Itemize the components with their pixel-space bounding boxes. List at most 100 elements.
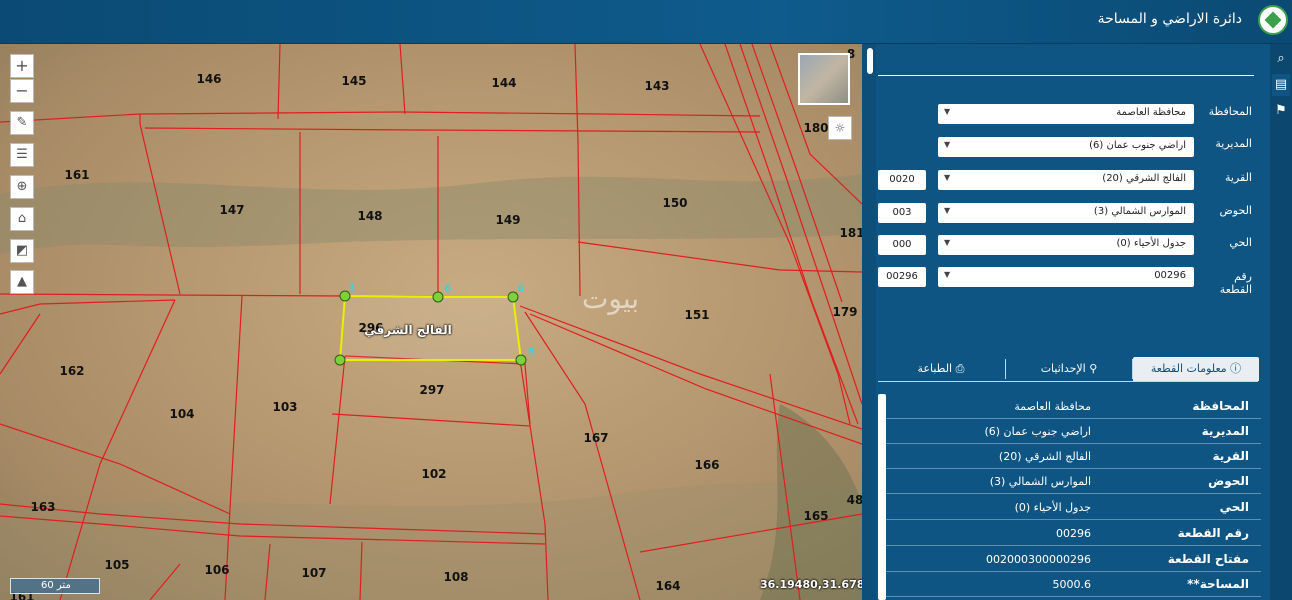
field-label-directorate: المديرية <box>1215 137 1252 150</box>
table-row: الحوض الموارس الشمالي (3) <box>886 469 1261 494</box>
scale-label: 60 متر <box>41 580 71 591</box>
locate-tool-button[interactable]: ⊕ <box>10 175 34 199</box>
tab-print[interactable]: ⎙ الطباعة <box>878 357 1004 381</box>
vertex-label: 5 <box>527 346 535 358</box>
tabs-underline <box>878 381 1258 382</box>
location-pin-icon[interactable]: ⚑ <box>1272 100 1290 122</box>
parcel-label[interactable]: 148 <box>357 209 382 223</box>
tab-separator <box>1132 359 1133 379</box>
tab-coordinates-label: الإحداثيات <box>1040 362 1086 375</box>
table-row: المساحة** 5000.6 <box>886 572 1261 597</box>
chart-icon: ◩ <box>15 243 29 258</box>
app-root: دائرة الاراضي و المساحة 1 6 6 5 146 145 … <box>0 0 1292 600</box>
table-row: القرية الفالج الشرقي (20) <box>886 444 1261 469</box>
vertex-label: 1 <box>348 282 356 294</box>
parcel-label[interactable]: 147 <box>219 203 244 217</box>
map-icon[interactable]: ▤ <box>1272 74 1290 96</box>
info-key: الحي <box>1219 500 1249 514</box>
parcel-label[interactable]: 180 <box>803 121 828 135</box>
panel-scroll-thumb[interactable] <box>867 48 873 74</box>
zoom-out-button[interactable]: − <box>10 79 34 103</box>
parcel-label[interactable]: 144 <box>491 76 516 90</box>
basin-select[interactable]: ▼ الموارس الشمالي (3) <box>938 203 1194 223</box>
village-name-label: الفالج الشرقي <box>364 323 452 337</box>
info-value: جدول الأحياء (0) <box>1014 501 1091 514</box>
parcel-label[interactable]: 150 <box>662 196 687 210</box>
department-logo <box>1258 5 1288 35</box>
table-row: رقم القطعة 00296 <box>886 521 1261 546</box>
village-code-field[interactable]: 0020 <box>878 170 926 190</box>
tab-parcel-info-label: معلومات القطعة <box>1150 362 1227 375</box>
village-select[interactable]: ▼ الفالج الشرقي (20) <box>938 170 1194 190</box>
caret-down-icon: ▼ <box>944 173 951 182</box>
search-panel: المحافظة ▼ محافظة العاصمة المديرية ▼ ارا… <box>876 44 1270 600</box>
right-icon-bar: ⌕ ▤ ⚑ <box>1270 44 1292 600</box>
info-value: محافظة العاصمة <box>1014 400 1091 413</box>
app-header: دائرة الاراضي و المساحة <box>0 0 1292 44</box>
parcel-label[interactable]: 108 <box>443 570 468 584</box>
parcel-number-code-field[interactable]: 00296 <box>878 267 926 287</box>
parcel-number-select-value: 00296 <box>1154 270 1186 281</box>
info-scrollbar[interactable] <box>878 394 886 600</box>
info-tabs: ⓘ معلومات القطعة ⚲ الإحداثيات ⎙ الطباعة <box>878 357 1259 382</box>
parcel-label[interactable]: 104 <box>169 407 194 421</box>
measure-tool-button[interactable]: ☰ <box>10 143 34 167</box>
home-button[interactable]: ⌂ <box>10 207 34 231</box>
table-row: المديرية اراضي جنوب عمان (6) <box>886 419 1261 444</box>
parcel-label[interactable]: 48 <box>847 493 862 507</box>
tab-parcel-info[interactable]: ⓘ معلومات القطعة <box>1133 357 1259 381</box>
parcel-label[interactable]: 151 <box>684 308 709 322</box>
parcel-label[interactable]: 161 <box>64 168 89 182</box>
basemap-toggle-button[interactable]: ☼ <box>828 116 852 140</box>
parcel-label[interactable]: 179 <box>832 305 857 319</box>
parcel-label[interactable]: 162 <box>59 364 84 378</box>
overview-map[interactable] <box>798 53 850 105</box>
governorate-select[interactable]: ▼ محافظة العاصمة <box>938 104 1194 124</box>
parcel-label[interactable]: 106 <box>204 563 229 577</box>
parcel-label[interactable]: 165 <box>803 509 828 523</box>
table-row: الحي جدول الأحياء (0) <box>886 495 1261 520</box>
parcel-number-select[interactable]: ▼ 00296 <box>938 267 1194 287</box>
parcel-label[interactable]: 143 <box>644 79 669 93</box>
caret-down-icon: ▼ <box>944 206 951 215</box>
watermark: بيوت <box>582 282 640 315</box>
basin-select-value: الموارس الشمالي (3) <box>1093 206 1186 217</box>
panel-divider-line <box>878 75 1254 76</box>
compass-button[interactable]: ▲ <box>10 270 34 294</box>
search-icon[interactable]: ⌕ <box>1272 48 1290 70</box>
parcel-label[interactable]: 145 <box>341 74 366 88</box>
info-value: 00296 <box>1056 527 1091 540</box>
draw-tool-button[interactable]: ✎ <box>10 111 34 135</box>
parcel-label[interactable]: 163 <box>30 500 55 514</box>
zoom-in-button[interactable]: + <box>10 54 34 78</box>
parcel-label[interactable]: 164 <box>655 579 680 593</box>
parcel-label[interactable]: 297 <box>419 383 444 397</box>
parcel-label[interactable]: 105 <box>104 558 129 572</box>
parcel-label[interactable]: 167 <box>583 431 608 445</box>
parcel-label[interactable]: 107 <box>301 566 326 580</box>
parcel-label[interactable]: 146 <box>196 72 221 86</box>
crosshair-icon: ⊕ <box>16 179 28 194</box>
coordinates-readout: 36.19480,31.67835 <box>760 578 862 591</box>
neighborhood-code-field[interactable]: 000 <box>878 235 926 255</box>
map-view[interactable]: 1 6 6 5 146 145 144 143 180 161 147 148 … <box>0 44 862 600</box>
parcel-label[interactable]: 181 <box>839 226 862 240</box>
parcel-label[interactable]: 102 <box>421 467 446 481</box>
basin-code-field[interactable]: 003 <box>878 203 926 223</box>
parcel-label[interactable]: 166 <box>694 458 719 472</box>
governorate-select-value: محافظة العاصمة <box>1116 107 1186 118</box>
vertex-label: 6 <box>517 283 525 295</box>
directorate-select[interactable]: ▼ اراضي جنوب عمان (6) <box>938 137 1194 157</box>
info-icon: ⓘ <box>1230 362 1242 375</box>
info-key: المحافظة <box>1192 399 1249 413</box>
home-icon: ⌂ <box>17 211 27 226</box>
info-key: المديرية <box>1201 424 1249 438</box>
info-key: مفتاح القطعة <box>1167 552 1249 566</box>
parcel-label[interactable]: 149 <box>495 213 520 227</box>
tab-coordinates[interactable]: ⚲ الإحداثيات <box>1006 357 1132 381</box>
parcel-label[interactable]: 103 <box>272 400 297 414</box>
field-label-parcel-number: رقم القطعة <box>1219 270 1252 296</box>
chart-tool-button[interactable]: ◩ <box>10 239 34 263</box>
info-value: 002000300000296 <box>986 553 1091 566</box>
neighborhood-select[interactable]: ▼ جدول الأحياء (0) <box>938 235 1194 255</box>
